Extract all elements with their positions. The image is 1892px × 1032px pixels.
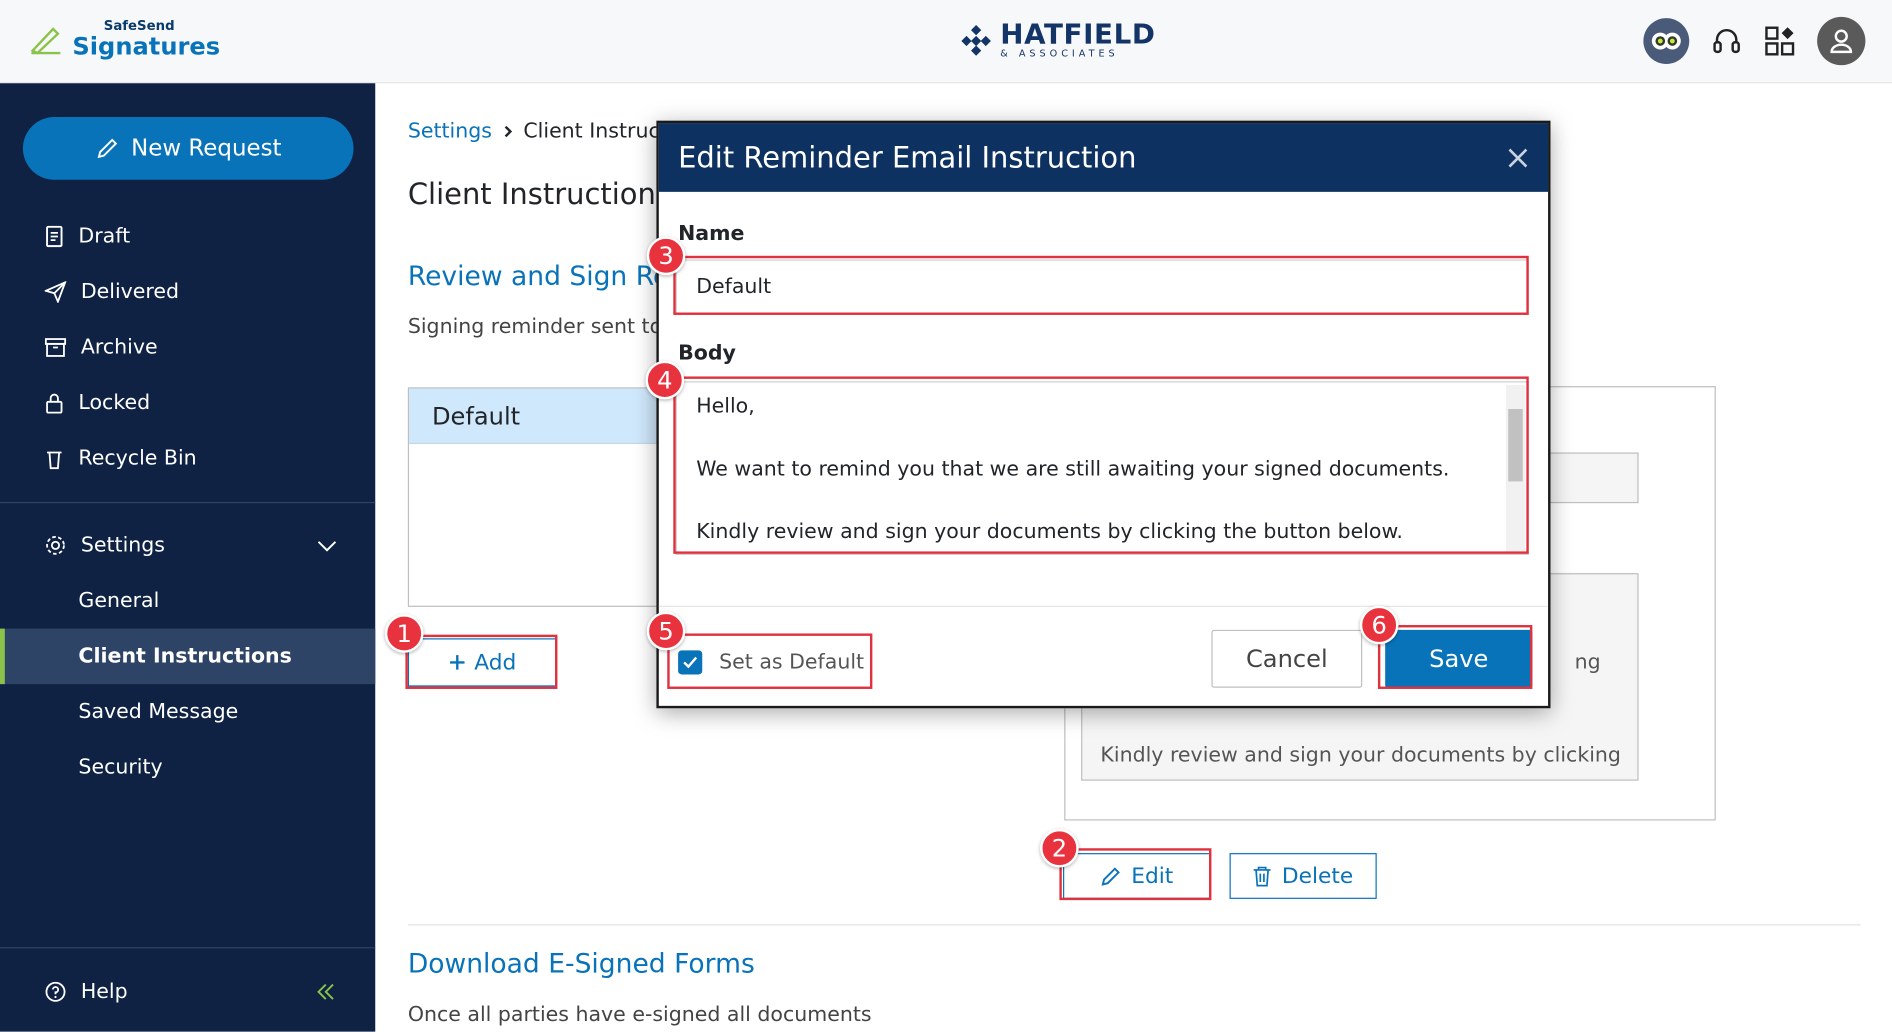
sidebar-item-label: Archive [80, 335, 158, 360]
sidebar-item-settings[interactable]: Settings [0, 518, 375, 574]
instruction-list: Default [407, 387, 698, 607]
sidebar-divider [0, 947, 376, 949]
section-title: Review and Sign Re [407, 261, 670, 292]
header-actions [1643, 16, 1866, 66]
section-description: Signing reminder sent to c [407, 314, 680, 340]
top-header: SafeSend Signatures HATFIELD & ASSOCIATE… [0, 0, 1892, 84]
plus-icon [450, 655, 465, 670]
sidebar-subitem-label: Client Instructions [78, 644, 292, 669]
list-item[interactable]: Default [409, 388, 697, 445]
sidebar-subitem-label: Saved Message [78, 699, 239, 724]
annotation-badge: 4 [645, 360, 685, 400]
sidebar-subitem-saved-message[interactable]: Saved Message [0, 684, 375, 740]
body-line: Kindly review and sign your documents by… [696, 520, 1403, 545]
sidebar-item-label: Draft [78, 224, 131, 249]
edit-button[interactable]: Edit [1063, 853, 1211, 899]
sidebar-item-label: Delivered [80, 279, 180, 305]
sidebar-item-archive[interactable]: Archive [0, 320, 375, 376]
add-button-label: Add [474, 649, 517, 676]
sidebar-item-delivered[interactable]: Delivered [0, 264, 375, 320]
section2-description: Once all parties have e-signed all docum… [407, 1002, 872, 1027]
sidebar-subitem-client-instructions[interactable]: Client Instructions [0, 628, 376, 685]
breadcrumb-current: Client Instruct [523, 119, 668, 144]
lock-icon [46, 393, 63, 414]
body-label: Body [678, 341, 736, 366]
apps-grid-icon[interactable] [1764, 25, 1795, 56]
firm-logo: HATFIELD & ASSOCIATES [959, 19, 1156, 59]
annotation-badge: 2 [1040, 828, 1079, 868]
annotation-badge: 5 [646, 611, 686, 651]
preview-body-line: Kindly review and sign your documents by… [1100, 743, 1621, 768]
sidebar-subitem-general[interactable]: General [0, 573, 375, 629]
section2-title: Download E-Signed Forms [407, 949, 755, 980]
edit-instruction-modal: Edit Reminder Email Instruction Name Def… [656, 120, 1551, 709]
modal-header: Edit Reminder Email Instruction [658, 123, 1549, 192]
body-textarea[interactable]: Hello, We want to remind you that we are… [675, 381, 1529, 556]
chevron-right-icon [504, 125, 512, 138]
owl-assistant-icon[interactable] [1643, 18, 1690, 64]
breadcrumb: Settings Client Instruct [408, 119, 668, 143]
sidebar-item-label: Locked [78, 390, 151, 416]
document-icon [46, 225, 63, 248]
delete-button[interactable]: Delete [1229, 853, 1377, 899]
chevron-down-icon[interactable] [316, 538, 338, 552]
modal-title: Edit Reminder Email Instruction [678, 140, 1137, 175]
scrollbar-thumb[interactable] [1508, 409, 1523, 482]
new-request-button[interactable]: New Request [22, 117, 354, 180]
sidebar-item-help[interactable]: Help [0, 964, 375, 1020]
sidebar-subitem-label: General [78, 588, 160, 613]
body-line: We want to remind you that we are still … [696, 457, 1450, 482]
firm-name: HATFIELD [1000, 19, 1156, 51]
breadcrumb-settings-link[interactable]: Settings [408, 119, 492, 143]
sidebar-item-label: Recycle Bin [78, 446, 197, 471]
save-button[interactable]: Save [1385, 629, 1533, 688]
sidebar-item-label: Settings [80, 533, 165, 558]
pencil-icon [97, 138, 117, 159]
add-button[interactable]: Add [407, 638, 557, 687]
close-icon[interactable] [1505, 145, 1532, 172]
send-icon [44, 281, 67, 303]
set-default-label: Set as Default [719, 650, 865, 675]
modal-footer-divider [658, 605, 1549, 607]
annotation-badge: 6 [1359, 605, 1399, 645]
headset-icon[interactable] [1711, 25, 1742, 56]
sidebar-item-label: Help [80, 979, 128, 1004]
trash-icon [1254, 866, 1272, 887]
firm-mark-icon [961, 24, 991, 56]
body-scrollbar[interactable] [1505, 384, 1526, 552]
set-default-checkbox[interactable]: Set as Default [678, 650, 865, 675]
trash-icon [47, 451, 62, 470]
new-request-label: New Request [131, 135, 282, 162]
name-label: Name [678, 222, 745, 247]
sidebar-item-locked[interactable]: Locked [0, 375, 375, 431]
pencil-icon [1100, 867, 1120, 886]
annotation-badge: 1 [384, 614, 424, 653]
app-root: SafeSend Signatures HATFIELD & ASSOCIATE… [0, 0, 1892, 1032]
sidebar-item-draft[interactable]: Draft [0, 209, 375, 265]
cancel-button[interactable]: Cancel [1211, 629, 1363, 688]
delete-button-label: Delete [1281, 863, 1354, 889]
checkbox-checked-icon[interactable] [678, 650, 703, 675]
archive-icon [44, 338, 67, 357]
collapse-sidebar-icon[interactable] [316, 982, 335, 1001]
sidebar: New Request Draft Delivered Archive Lock… [0, 83, 376, 1032]
sidebar-subitem-security[interactable]: Security [0, 740, 375, 796]
sidebar-subitem-label: Security [78, 755, 163, 780]
help-icon [45, 981, 66, 1002]
sidebar-item-recycle-bin[interactable]: Recycle Bin [0, 431, 375, 487]
annotation-badge: 3 [646, 236, 686, 276]
page-title: Client Instructions [407, 177, 671, 212]
preview-body-fragment: ng [1574, 650, 1601, 675]
user-avatar-icon[interactable] [1817, 16, 1866, 66]
logo-big-text: Signatures [72, 31, 221, 61]
gear-icon [46, 536, 65, 555]
pen-logo-icon [30, 26, 61, 54]
safesend-logo[interactable]: SafeSend Signatures [29, 19, 220, 59]
body-line: Hello, [696, 394, 755, 419]
sidebar-divider [0, 501, 376, 504]
edit-button-label: Edit [1131, 863, 1174, 889]
section-divider [407, 924, 1861, 926]
name-input[interactable]: Default [675, 259, 1529, 315]
